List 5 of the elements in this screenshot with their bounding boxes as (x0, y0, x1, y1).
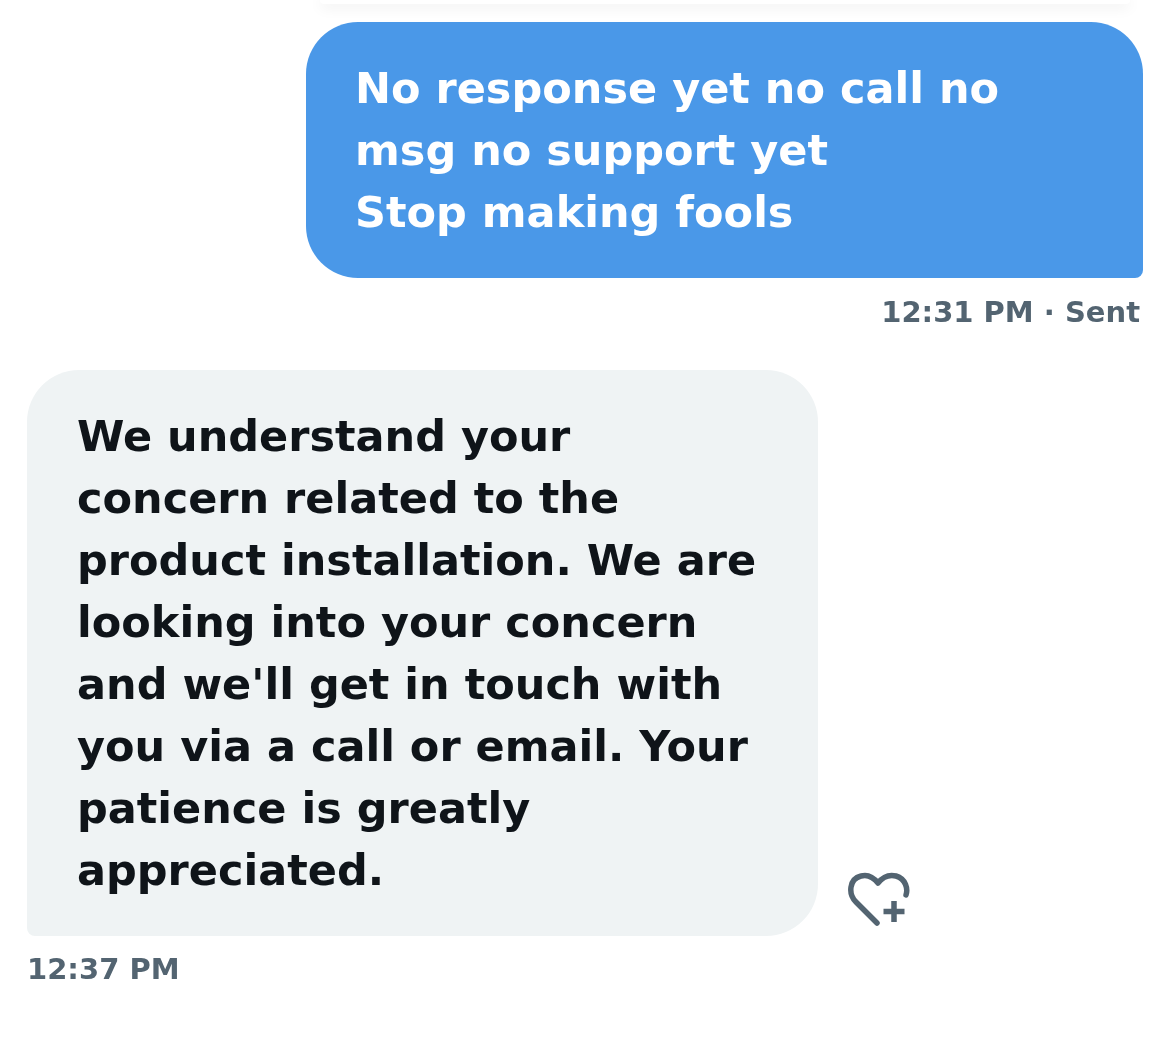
message-timestamp: 12:31 PM · Sent (881, 294, 1141, 330)
message-text: We understand your concern related to the product installation. We are looking into your concern and we'll get in touch with you via a call or email. Your patience is greatly appreciated. (77, 410, 758, 897)
message-timestamp: 12:37 PM (27, 951, 180, 987)
message-text: No response yet no call no msg no support yet Stop making fools (355, 62, 1001, 239)
heart-plus-icon[interactable] (847, 872, 910, 927)
